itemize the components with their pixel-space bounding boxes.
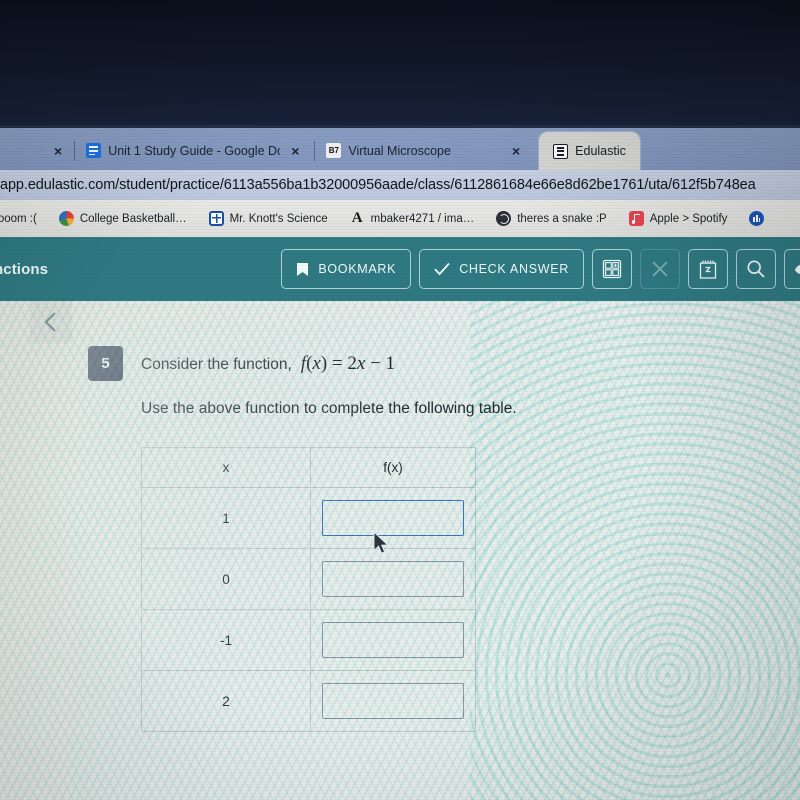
tab-virtual-microscope[interactable]: B7 Virtual Microscope ×: [317, 140, 533, 170]
answer-input-row-4[interactable]: [322, 683, 465, 719]
cell-fx-input: [310, 609, 476, 671]
tab-edulastic[interactable]: Edulastic: [539, 132, 640, 170]
cell-x-value: -1: [140, 609, 312, 671]
formula-coef: 2: [347, 352, 357, 374]
url-text: app.edulastic.com/student/practice/6113a…: [0, 177, 756, 193]
address-bar[interactable]: app.edulastic.com/student/practice/6113a…: [0, 170, 800, 200]
question-number-badge: 5: [88, 346, 123, 381]
question-header: 5 Consider the function, f(x) = 2x − 1: [88, 346, 395, 381]
tab-label: Edulastic: [575, 144, 626, 158]
bookmark-mbaker4271[interactable]: A mbaker4271 / ima…: [346, 209, 479, 228]
function-table: x f(x) 1 0 -1 2: [140, 447, 476, 732]
formula-x: x: [312, 352, 321, 374]
chrome-pie-icon: [58, 211, 74, 226]
tab-close-leading[interactable]: ×: [44, 140, 72, 170]
bookmark-label: theres a snake :P: [517, 212, 607, 225]
question-stem-text: Consider the function,: [141, 355, 292, 373]
formula-const: 1: [385, 352, 396, 374]
bookmark-mr-knotts-science[interactable]: Mr. Knott's Science: [205, 209, 332, 228]
calculator-icon: [602, 259, 622, 279]
bookmark-button-label: BOOKMARK: [318, 262, 397, 276]
formula-var: x: [356, 352, 366, 374]
bookmark-college-basketball[interactable]: College Basketball…: [55, 209, 191, 228]
google-docs-icon: [86, 143, 102, 158]
question-instruction: Use the above function to complete the f…: [141, 400, 517, 417]
cell-x-value: 2: [140, 670, 312, 732]
magnifier-icon: [747, 260, 765, 278]
cell-x-value: 0: [140, 548, 312, 610]
answer-input-row-2[interactable]: [322, 561, 465, 597]
bookmarks-bar: rooom :( College Basketball… Mr. Knott's…: [0, 200, 800, 237]
bookmark-theres-a-snake[interactable]: theres a snake :P: [492, 209, 611, 228]
bookmark-rooom[interactable]: rooom :(: [0, 211, 41, 227]
cell-fx-input: [310, 670, 476, 732]
column-header-x: x: [140, 447, 312, 488]
scratchpad-icon: [699, 260, 717, 279]
answer-input-row-1[interactable]: [322, 500, 465, 536]
table-row: 0: [140, 548, 476, 610]
toolbar-actions: BOOKMARK CHECK ANSWER: [281, 249, 800, 289]
close-icon[interactable]: ×: [508, 143, 524, 159]
previous-question-button[interactable]: [30, 301, 72, 343]
tab-divider: [314, 141, 316, 161]
browser-tab-strip: × Unit 1 Study Guide - Google Docs × B7 …: [0, 128, 800, 170]
cell-fx-input: [310, 487, 476, 549]
letter-a-icon: A: [351, 210, 363, 226]
tab-label: Unit 1 Study Guide - Google Docs: [108, 143, 281, 158]
formula-paren-close: ): [320, 352, 328, 374]
close-icon: [652, 261, 668, 277]
close-button[interactable]: [640, 249, 680, 289]
check-answer-button-label: CHECK ANSWER: [459, 262, 569, 276]
bookmark-icon: [297, 262, 309, 276]
cell-x-value: 1: [140, 487, 312, 549]
bookmark-overflow[interactable]: [745, 209, 774, 228]
bookmark-button[interactable]: BOOKMARK: [281, 249, 412, 289]
chevron-left-icon: [44, 312, 56, 332]
answer-input-row-3[interactable]: [322, 622, 465, 658]
bookmark-label: mbaker4271 / ima…: [370, 212, 475, 225]
scratchpad-button[interactable]: [688, 249, 728, 289]
globe-icon: [496, 211, 512, 226]
music-note-icon: [628, 211, 644, 226]
edulastic-icon: [553, 143, 569, 159]
screenshot-root: × Unit 1 Study Guide - Google Docs × B7 …: [0, 0, 800, 800]
close-icon[interactable]: ×: [287, 143, 303, 159]
bookmark-label: rooom :(: [0, 212, 37, 225]
formula-equals: =: [331, 352, 343, 374]
magnifier-button[interactable]: [736, 249, 776, 289]
table-header-row: x f(x): [140, 447, 476, 488]
bookmark-label: Mr. Knott's Science: [229, 212, 328, 225]
mask-icon: [795, 264, 800, 274]
question-stem: Consider the function, f(x) = 2x − 1: [141, 353, 395, 375]
check-icon: [434, 262, 450, 276]
desktop-background: [0, 0, 800, 128]
tab-divider: [74, 141, 76, 161]
google-sheets-icon: [208, 211, 224, 226]
bookmark-label: Apple > Spotify: [649, 212, 728, 225]
table-row: -1: [140, 609, 476, 671]
bookmark-label: College Basketball…: [79, 212, 187, 225]
tab-label: Virtual Microscope: [348, 143, 451, 158]
virtual-microscope-icon: B7: [326, 143, 342, 158]
mask-button[interactable]: [784, 249, 800, 289]
function-formula: f(x) = 2x − 1: [301, 353, 395, 375]
bookmark-apple-spotify[interactable]: Apple > Spotify: [625, 209, 732, 228]
check-answer-button[interactable]: CHECK ANSWER: [419, 249, 584, 289]
close-icon[interactable]: ×: [50, 143, 66, 159]
assessment-title: nctions: [0, 260, 49, 278]
tab-unit-1-study-guide[interactable]: Unit 1 Study Guide - Google Docs ×: [77, 140, 312, 170]
cell-fx-input: [310, 548, 476, 610]
assessment-toolbar: nctions BOOKMARK CHECK ANSWER: [0, 237, 800, 301]
calculator-button[interactable]: [592, 249, 632, 289]
table-row: 1: [140, 487, 476, 549]
bar-chart-icon: [749, 211, 765, 226]
table-row: 2: [140, 670, 476, 732]
formula-minus: −: [370, 352, 381, 374]
column-header-fx: f(x): [310, 447, 476, 488]
